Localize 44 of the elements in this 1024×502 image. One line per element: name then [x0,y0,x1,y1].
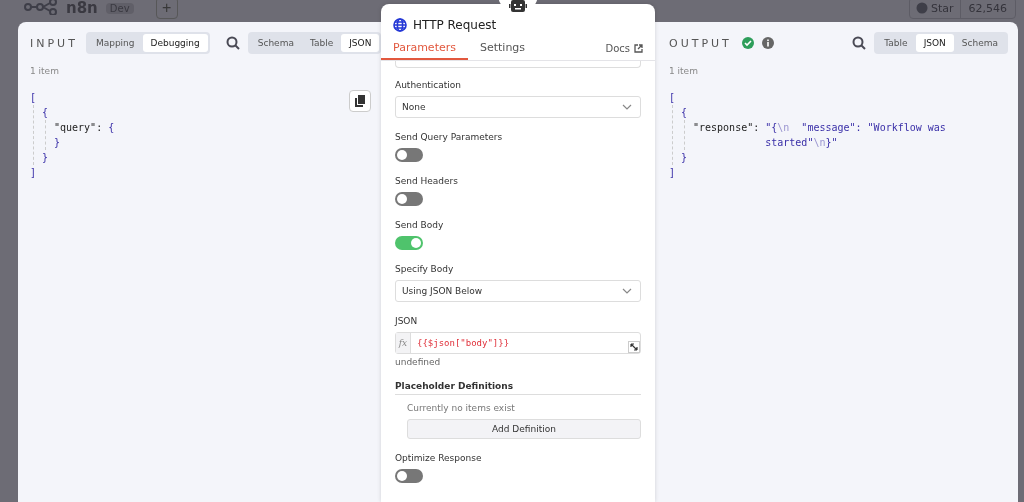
view-tab[interactable]: Table [301,34,342,52]
json-bracket: [ [669,92,676,103]
view-tab[interactable]: JSON [341,34,380,52]
json-bracket: [ [30,92,37,103]
item-count: 1 item [669,66,699,76]
node-title: HTTP Request [413,18,497,32]
json-bracket: { [42,107,49,118]
dropdown-field[interactable]: None [395,96,641,118]
json-bracket: { [108,122,115,133]
view-tab[interactable]: Schema [249,34,302,52]
add-definition-button[interactable]: Add Definition [407,419,641,439]
json-key: "response": [693,122,760,133]
expression-result: undefined [395,357,442,367]
panel-tab[interactable]: Parameters [381,41,468,60]
json-key: "query": [54,122,103,133]
star-count: 62,546 [967,1,1008,15]
field-label: Optimize Response [395,453,483,463]
view-tab[interactable]: Schema [953,34,1006,52]
field-label: Send Query Parameters [395,132,504,142]
json-bracket: ] [669,167,676,178]
dropdown-field[interactable]: Using JSON Below [395,280,641,302]
json-bracket: } [54,137,61,148]
json-bracket: { [681,107,688,118]
panel-title: OUTPUT [669,36,732,50]
view-tab[interactable]: Table [876,34,916,52]
view-tab[interactable]: JSON [915,34,954,52]
mode-tab[interactable]: Debugging [142,34,208,52]
json-bracket: ] [30,167,37,178]
field-label: Authentication [395,80,463,90]
panel-tab[interactable]: Settings [467,41,538,60]
field-label: Specify Body [395,264,455,274]
panel-title: INPUT [30,36,78,50]
field-label: Placeholder Definitions [395,381,641,395]
docs-link[interactable]: Docs [605,43,643,60]
empty-message: Currently no items exist [406,403,516,413]
mode-tab[interactable]: Mapping [87,34,143,52]
json-bracket: } [42,152,49,163]
field-label: Send Body [395,220,445,230]
expression-field[interactable]: fx {{$json["body"]}} [395,332,641,354]
field-label: JSON [395,316,419,326]
json-bracket: } [681,152,688,163]
item-count: 1 item [30,66,60,76]
json-value: "{\n "message": "Workflow was started"\n}" [765,121,947,150]
field-label: Send Headers [395,176,459,186]
